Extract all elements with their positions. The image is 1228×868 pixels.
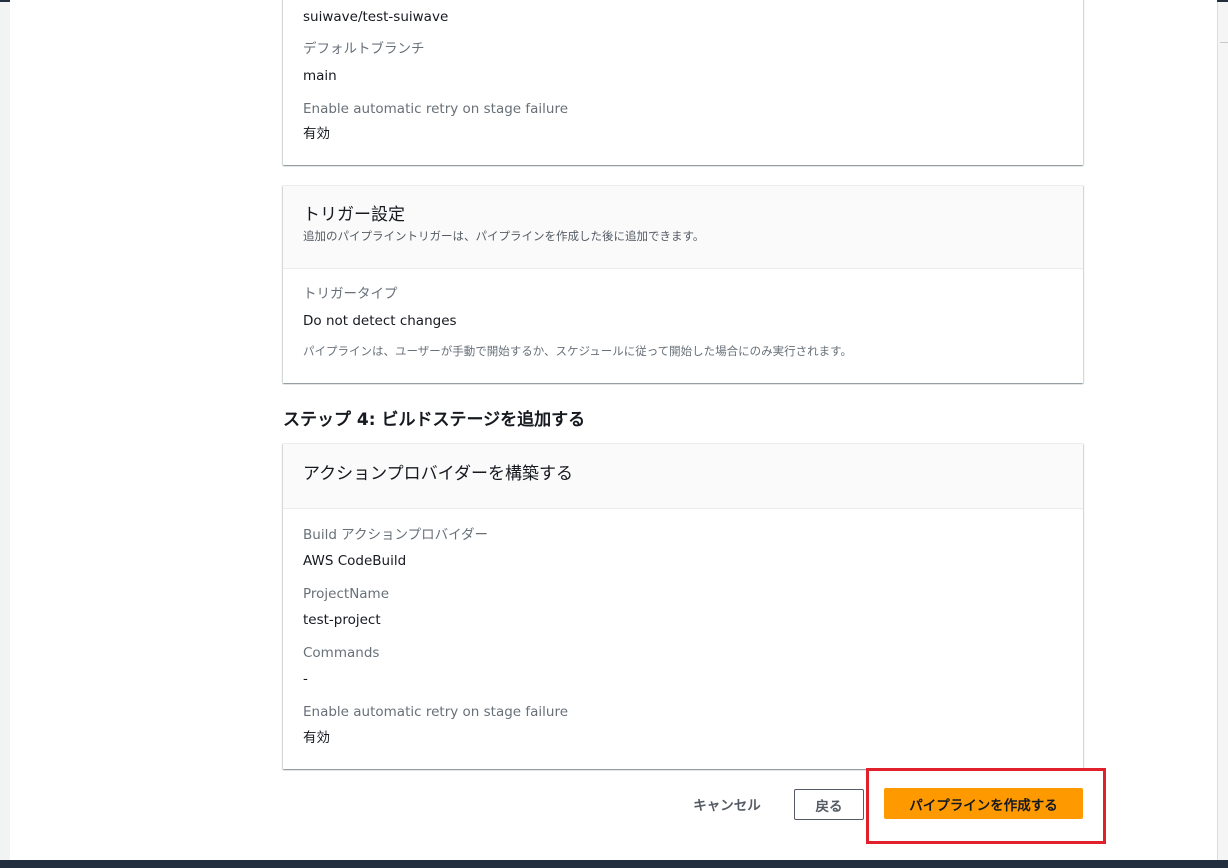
trigger-type-label: トリガータイプ [303,286,398,302]
scrollbar[interactable] [1217,2,1228,860]
cancel-button[interactable]: キャンセル [680,789,774,819]
trigger-type-hint: パイプラインは、ユーザーが手動で開始するか、スケジュールに従って開始した場合にの… [303,344,853,358]
default-branch-label: デフォルトブランチ [303,41,425,57]
build-card-title: アクションプロバイダーを構築する [303,464,573,484]
build-card-header: アクションプロバイダーを構築する [283,444,1083,509]
trigger-type-value: Do not detect changes [303,313,457,329]
bottom-footer-bar [0,860,1228,868]
build-retry-label: Enable automatic retry on stage failure [303,704,569,720]
create-pipeline-button[interactable]: パイプラインを作成する [884,788,1083,819]
commands-value: - [303,671,308,687]
build-provider-label: Build アクションプロバイダー [303,527,489,543]
build-stage-card: アクションプロバイダーを構築する Build アクションプロバイダー AWS C… [283,443,1083,769]
project-name-label: ProjectName [303,586,390,602]
trigger-card-title: トリガー設定 [303,205,405,225]
retry-label: Enable automatic retry on stage failure [303,101,569,117]
source-review-card: suiwave/test-suiwave デフォルトブランチ main Enab… [283,0,1083,165]
commands-label: Commands [303,645,380,661]
project-name-value: test-project [303,612,381,628]
step4-heading: ステップ 4: ビルドステージを追加する [283,410,586,430]
repository-value: suiwave/test-suiwave [303,9,449,25]
build-provider-value: AWS CodeBuild [303,553,407,569]
scrollbar-thumb[interactable] [1220,42,1228,43]
trigger-card-header: トリガー設定 追加のパイプライントリガーは、パイプラインを作成した後に追加できま… [283,186,1083,269]
trigger-card-description: 追加のパイプライントリガーは、パイプラインを作成した後に追加できます。 [303,229,705,243]
default-branch-value: main [303,68,337,84]
back-button[interactable]: 戻る [794,789,864,820]
retry-value: 有効 [303,126,330,142]
trigger-settings-card: トリガー設定 追加のパイプライントリガーは、パイプラインを作成した後に追加できま… [283,185,1083,383]
build-retry-value: 有効 [303,730,330,746]
